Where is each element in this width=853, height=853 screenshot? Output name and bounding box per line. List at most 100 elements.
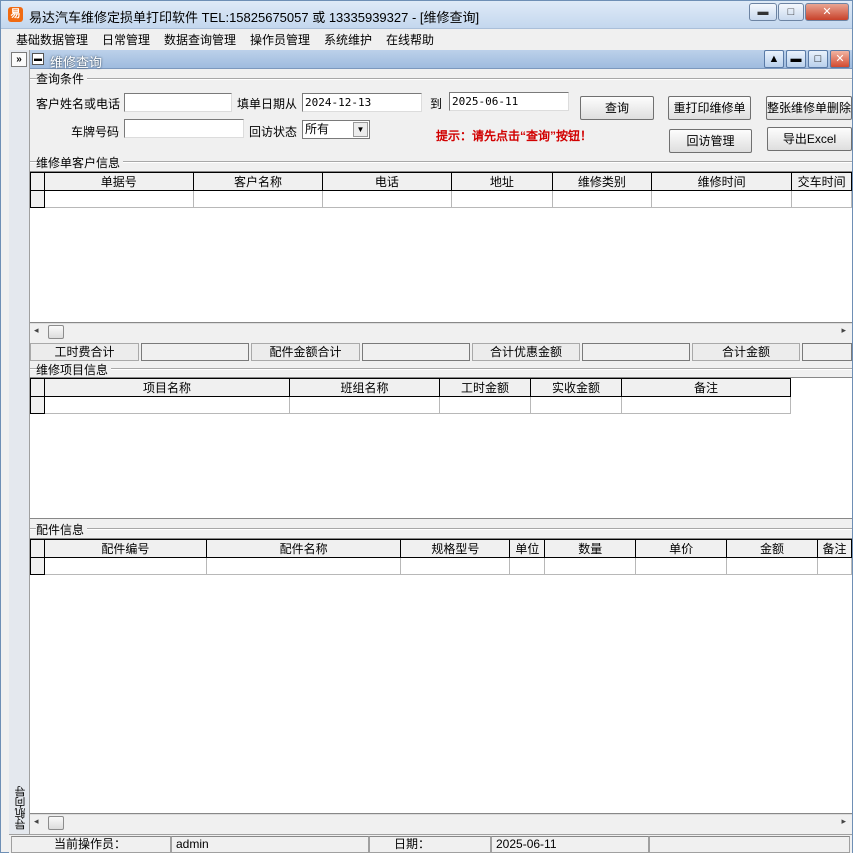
table-cell[interactable] <box>44 396 290 414</box>
child-minimize-button[interactable]: ▬ <box>786 50 806 68</box>
orders-grid[interactable]: 单据号 客户名称 电话 地址 维修类别 维修时间 交车时间 <box>30 171 852 323</box>
date-to-label: 到 <box>430 97 443 111</box>
col-spec[interactable]: 规格型号 <box>400 539 511 558</box>
col-team-name[interactable]: 班组名称 <box>289 378 440 397</box>
col-amount[interactable]: 金额 <box>726 539 818 558</box>
delete-order-button[interactable]: 整张维修单删除 <box>766 96 852 120</box>
col-repair-type[interactable]: 维修类别 <box>551 172 652 191</box>
col-unit[interactable]: 单位 <box>509 539 546 558</box>
dropdown-arrow-icon[interactable]: ▼ <box>353 122 368 137</box>
date-from-input[interactable]: 2024-12-13 <box>302 93 422 112</box>
scroll-right-icon[interactable]: ▸ <box>841 325 846 336</box>
row-header[interactable] <box>30 190 45 208</box>
main-window: 易 易达汽车维修定损单打印软件 TEL:15825675057 或 133359… <box>0 0 853 853</box>
scroll-right-icon[interactable]: ▸ <box>841 816 846 827</box>
table-cell[interactable] <box>193 190 323 208</box>
table-cell[interactable] <box>289 396 440 414</box>
table-cell[interactable] <box>43 557 207 575</box>
customer-label: 客户姓名或电话 <box>36 97 121 111</box>
scroll-thumb[interactable] <box>48 325 64 339</box>
table-cell[interactable] <box>635 557 728 575</box>
date-from-label: 填单日期从 <box>237 97 298 111</box>
maximize-button[interactable]: □ <box>778 3 804 21</box>
child-window-icon[interactable]: ▬ <box>32 53 44 65</box>
col-delivery-time[interactable]: 交车时间 <box>791 172 852 191</box>
reprint-button[interactable]: 重打印维修单 <box>668 96 751 120</box>
grand-total-label: 合计金额 <box>692 343 800 361</box>
items-grid[interactable]: 项目名称 班组名称 工时金额 实收金额 备注 <box>30 377 852 519</box>
menu-system[interactable]: 系统维护 <box>324 31 372 48</box>
table-row[interactable] <box>30 190 852 208</box>
menu-query[interactable]: 数据查询管理 <box>164 31 236 48</box>
child-title: 维修查询 <box>50 55 103 70</box>
expand-icon[interactable]: » <box>11 52 27 67</box>
table-cell[interactable] <box>400 557 511 575</box>
separator <box>30 161 852 163</box>
table-cell[interactable] <box>439 396 531 414</box>
row-header[interactable] <box>30 557 45 575</box>
table-cell[interactable] <box>816 557 852 575</box>
scroll-left-icon[interactable]: ◂ <box>34 816 39 827</box>
minimize-button[interactable]: ▬ <box>749 3 777 21</box>
col-part-remark[interactable]: 备注 <box>816 539 852 558</box>
col-address[interactable]: 地址 <box>450 172 553 191</box>
col-part-no[interactable]: 配件编号 <box>43 539 207 558</box>
col-unit-price[interactable]: 单价 <box>635 539 728 558</box>
child-maximize-button[interactable]: □ <box>808 50 828 68</box>
query-button[interactable]: 查询 <box>580 96 654 120</box>
parts-grid[interactable]: 配件编号 配件名称 规格型号 单位 数量 单价 金额 备注 <box>30 538 852 814</box>
col-customer-name[interactable]: 客户名称 <box>193 172 323 191</box>
col-repair-time[interactable]: 维修时间 <box>650 172 793 191</box>
hint-text: 提示：请先点击“查询”按钮！ <box>436 129 593 143</box>
col-received-amount[interactable]: 实收金额 <box>530 378 622 397</box>
col-part-name[interactable]: 配件名称 <box>205 539 402 558</box>
labor-total-value <box>141 343 249 361</box>
customer-input[interactable] <box>124 93 232 112</box>
table-cell[interactable] <box>791 190 852 208</box>
operator-label: 当前操作员： <box>11 836 171 853</box>
plate-input[interactable] <box>124 119 244 138</box>
table-cell[interactable] <box>726 557 818 575</box>
menu-basic-data[interactable]: 基础数据管理 <box>16 31 88 48</box>
table-cell[interactable] <box>43 190 195 208</box>
child-close-button[interactable]: ✕ <box>830 50 850 68</box>
scroll-thumb[interactable] <box>48 816 64 830</box>
col-quantity[interactable]: 数量 <box>544 539 637 558</box>
col-remark[interactable]: 备注 <box>621 378 791 397</box>
orders-horizontal-scrollbar[interactable]: ◂ ▸ <box>30 323 852 340</box>
child-restore-button[interactable]: ▲ <box>764 50 784 68</box>
table-cell[interactable] <box>205 557 402 575</box>
col-order-no[interactable]: 单据号 <box>43 172 195 191</box>
table-cell[interactable] <box>621 396 791 414</box>
visit-manage-button[interactable]: 回访管理 <box>669 129 752 153</box>
close-button[interactable]: ✕ <box>805 3 849 21</box>
table-cell[interactable] <box>509 557 546 575</box>
window-horizontal-scrollbar[interactable]: ◂ ▸ <box>30 814 852 831</box>
table-cell[interactable] <box>321 190 452 208</box>
col-labor-amount[interactable]: 工时金额 <box>439 378 531 397</box>
table-cell[interactable] <box>650 190 793 208</box>
visit-status-label: 回访状态 <box>249 125 298 139</box>
visit-status-value: 所有 <box>305 122 330 136</box>
menu-help[interactable]: 在线帮助 <box>386 31 434 48</box>
discount-total-label: 合计优惠金额 <box>472 343 580 361</box>
row-header[interactable] <box>30 396 45 414</box>
menu-bar: 基础数据管理 日常管理 数据查询管理 操作员管理 系统维护 在线帮助 <box>1 29 852 49</box>
visit-status-select[interactable]: 所有 ▼ <box>302 120 370 139</box>
table-row[interactable] <box>30 396 791 414</box>
col-phone[interactable]: 电话 <box>321 172 452 191</box>
col-item-name[interactable]: 项目名称 <box>44 378 290 397</box>
export-excel-button[interactable]: 导出Excel <box>767 127 852 151</box>
table-cell[interactable] <box>530 396 622 414</box>
menu-operator[interactable]: 操作员管理 <box>250 31 310 48</box>
scroll-left-icon[interactable]: ◂ <box>34 325 39 336</box>
grand-total-value <box>802 343 852 361</box>
table-cell[interactable] <box>551 190 652 208</box>
menu-daily[interactable]: 日常管理 <box>102 31 150 48</box>
nav-wizard-tab[interactable]: 导航向导 <box>13 786 29 830</box>
table-row[interactable] <box>30 557 852 575</box>
table-cell[interactable] <box>450 190 553 208</box>
table-cell[interactable] <box>544 557 637 575</box>
date-to-input[interactable]: 2025-06-11 <box>449 92 569 111</box>
title-bar: 易 易达汽车维修定损单打印软件 TEL:15825675057 或 133359… <box>1 1 852 29</box>
